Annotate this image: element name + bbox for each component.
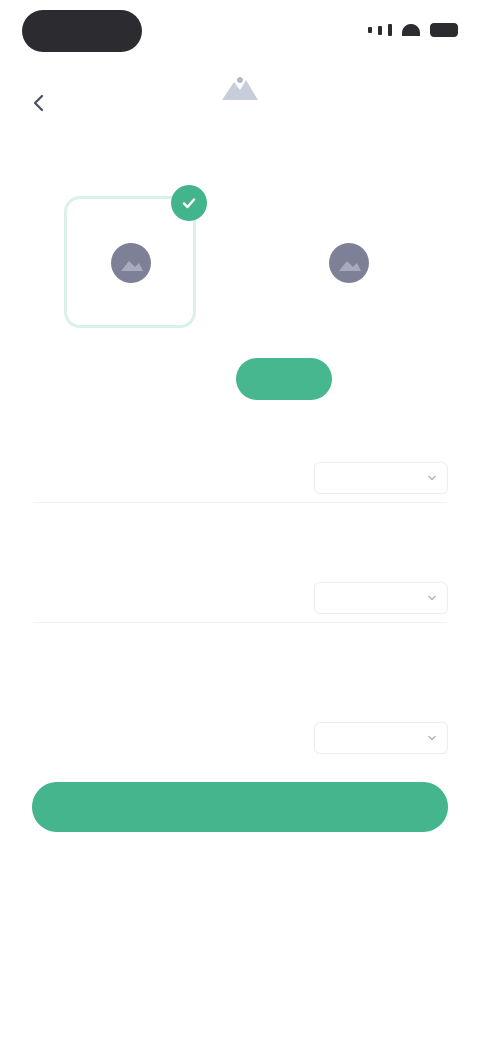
toggle-option-2[interactable] bbox=[236, 358, 332, 400]
battery-icon bbox=[430, 23, 458, 37]
divider bbox=[34, 622, 446, 623]
divider bbox=[34, 502, 446, 503]
image-placeholder-icon bbox=[325, 239, 373, 287]
back-arrow-icon[interactable] bbox=[26, 90, 52, 116]
image-option-2[interactable] bbox=[282, 196, 414, 328]
chevron-down-icon bbox=[428, 735, 436, 741]
page-title bbox=[80, 112, 400, 138]
status-bar-pill bbox=[22, 10, 142, 52]
wifi-icon bbox=[402, 24, 420, 36]
image-option-1[interactable] bbox=[64, 185, 207, 328]
chevron-down-icon bbox=[428, 475, 436, 481]
check-icon bbox=[171, 185, 207, 221]
primary-button[interactable] bbox=[32, 782, 448, 832]
field-3-select[interactable] bbox=[314, 722, 448, 754]
field-2-select[interactable] bbox=[314, 582, 448, 614]
logo-icon bbox=[218, 74, 262, 102]
field-1-select[interactable] bbox=[314, 462, 448, 494]
signal-bar-icon bbox=[388, 24, 392, 36]
image-placeholder-icon bbox=[107, 239, 155, 287]
toggle-option-1[interactable] bbox=[150, 358, 230, 400]
signal-bar-icon bbox=[368, 27, 372, 33]
chevron-down-icon bbox=[428, 595, 436, 601]
screen bbox=[0, 0, 480, 1040]
signal-bar-icon bbox=[378, 25, 382, 35]
status-bar-icons bbox=[358, 16, 458, 44]
